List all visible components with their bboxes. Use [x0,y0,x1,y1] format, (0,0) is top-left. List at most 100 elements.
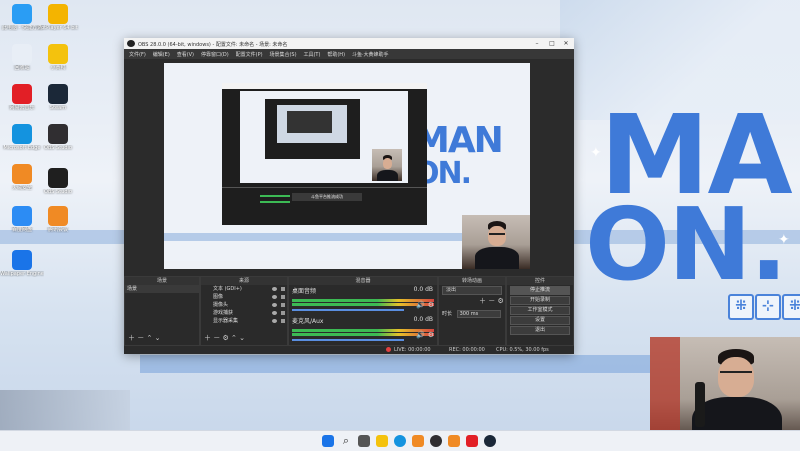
preview-webcam [462,215,530,269]
obs-icon [48,168,68,188]
source-item[interactable]: 摄像头 [201,301,287,309]
add-transition-button[interactable]: ＋ [479,297,486,305]
netease-music-icon [12,84,32,104]
source-settings-icon[interactable]: ⚙ [222,334,228,342]
source-label: 摄像头 [213,302,229,308]
lock-icon[interactable] [281,295,285,299]
menu-item-view[interactable]: 查看(V) [177,51,194,58]
source-item[interactable]: 游戏捕获 [201,309,287,317]
huorong-icon[interactable] [412,435,424,447]
huorong-icon [12,164,32,184]
edge-icon [12,124,32,144]
netease-music-icon[interactable] [466,435,478,447]
start-button[interactable] [322,435,334,447]
mixer-channel: 麦克风/Aux 0.0 dB 🔊 ⚙ [289,315,437,345]
gear-icon[interactable]: ⚙ [428,331,434,339]
remove-source-button[interactable]: － [213,334,220,342]
volume-slider[interactable] [292,339,404,341]
move-up-button[interactable]: ⌃ [231,334,237,342]
move-down-button[interactable]: ⌄ [155,334,161,342]
add-scene-button[interactable]: ＋ [128,334,135,342]
visibility-icon[interactable] [272,287,277,291]
transitions-dock: 转场动画 淡出 ＋ － ⚙ 时长 300 ms [438,276,506,346]
desktop-icon[interactable]: Steam [36,84,80,111]
menu-item-profile[interactable]: 配置文件(P) [236,51,263,58]
source-toolbar: ＋ － ⚙ ⌃ ⌄ [204,333,245,343]
visibility-icon[interactable] [272,295,277,299]
gear-icon[interactable]: ⚙ [428,301,434,309]
menu-item-docks[interactable]: 停靠窗口(D) [201,51,229,58]
studio-mode-button[interactable]: 工作室模式 [510,306,570,315]
settings-button[interactable]: 设置 [510,316,570,325]
channel-db: 0.0 dB [413,286,433,293]
audio-mixer-dock: 混音器 桌面音频 0.0 dB 🔊 ⚙ 麦克风/Aux 0.0 dB 🔊 ⚙ [288,276,438,346]
desktop-icon[interactable]: Wallpaper Engine [0,250,44,277]
controls-dock: 控件 停止推流 开始录制 工作室模式 设置 退出 [506,276,574,346]
lock-icon[interactable] [281,303,285,307]
obs-window[interactable]: OBS 28.0.0 (64-bit, windows) - 配置文件: 未命名… [124,38,574,354]
title-bar[interactable]: OBS 28.0.0 (64-bit, windows) - 配置文件: 未命名… [124,38,574,49]
obs-icon[interactable] [430,435,442,447]
menu-item-tools[interactable]: 工具(T) [303,51,320,58]
visibility-icon[interactable] [272,303,277,307]
steam-icon[interactable] [484,435,496,447]
move-down-button[interactable]: ⌄ [239,334,245,342]
edge-icon[interactable] [394,435,406,447]
visibility-icon[interactable] [272,319,277,323]
desktop-icon[interactable]: 腾讯会议 [36,206,80,233]
controls-dock-title: 控件 [507,277,573,285]
file-explorer-icon[interactable] [376,435,388,447]
menu-item-help[interactable]: 帮助(H) [327,51,345,58]
minimize-button[interactable]: – [530,39,544,48]
close-button[interactable]: ✕ [559,39,573,48]
wallpaper-symbol: ⁜ [782,294,800,320]
channel-name: 桌面音频 [292,288,317,295]
desktop-icon[interactable]: OBS Studio [36,168,80,195]
transition-settings-icon[interactable]: ⚙ [497,297,503,305]
inner-caption: 斗鱼平台推流成功 [292,193,362,201]
potplayer-icon [48,4,68,24]
meeting-icon[interactable] [448,435,460,447]
remove-transition-button[interactable]: － [488,297,495,305]
source-item[interactable]: 文本 (GDI+) [201,285,287,293]
desktop-icon-label: Wallpaper Engine [0,271,44,277]
speaker-icon[interactable]: 🔊 [416,301,425,309]
menu-item-edit[interactable]: 编辑(E) [153,51,170,58]
scene-item[interactable]: 场景 [125,285,199,293]
desktop-icon[interactable]: 小黄鸭 [36,44,80,71]
visibility-icon[interactable] [272,311,277,315]
maximize-button[interactable]: □ [545,39,559,48]
transition-type-select[interactable]: 淡出 [442,286,502,295]
sources-dock: 来源 文本 (GDI+) 图像 摄像头 游戏捕获 显示器采集 ＋ － ⚙ ⌃ ⌄ [200,276,288,346]
search-icon[interactable]: ⌕ [340,435,352,447]
move-up-button[interactable]: ⌃ [146,334,152,342]
preview-taskbar [164,261,462,269]
lock-icon[interactable] [281,287,285,291]
stop-streaming-button[interactable]: 停止推流 [510,286,570,295]
wallpaper-band [140,355,650,373]
source-label: 显示器采集 [213,318,239,324]
obs-icon [127,40,135,47]
task-view-icon[interactable] [358,435,370,447]
lock-icon[interactable] [281,319,285,323]
inner-preview [240,91,408,183]
menu-item-douyu-helper[interactable]: 斗鱼·大黄蜂助手 [352,51,389,58]
menu-item-file[interactable]: 文件(F) [129,51,146,58]
source-item[interactable]: 图像 [201,293,287,301]
source-item[interactable]: 显示器采集 [201,317,287,325]
volume-slider[interactable] [292,309,404,311]
menu-item-scene-collection[interactable]: 场景集合(S) [269,51,296,58]
preview-canvas[interactable]: MAN ON. 斗鱼平台推流成功 [164,63,530,269]
taskbar: ⌕ [0,430,800,451]
add-source-button[interactable]: ＋ [204,334,211,342]
start-recording-button[interactable]: 开始录制 [510,296,570,305]
duration-input[interactable]: 300 ms [456,310,501,318]
exit-button[interactable]: 退出 [510,326,570,335]
remove-scene-button[interactable]: － [137,334,144,342]
volume-meter [292,299,434,302]
desktop-icon[interactable]: OBS Studio [36,124,80,151]
speaker-icon[interactable]: 🔊 [416,331,425,339]
desktop-icon[interactable]: PotPlayer 64 bit [36,4,80,31]
lock-icon[interactable] [281,311,285,315]
source-label: 文本 (GDI+) [213,286,242,292]
